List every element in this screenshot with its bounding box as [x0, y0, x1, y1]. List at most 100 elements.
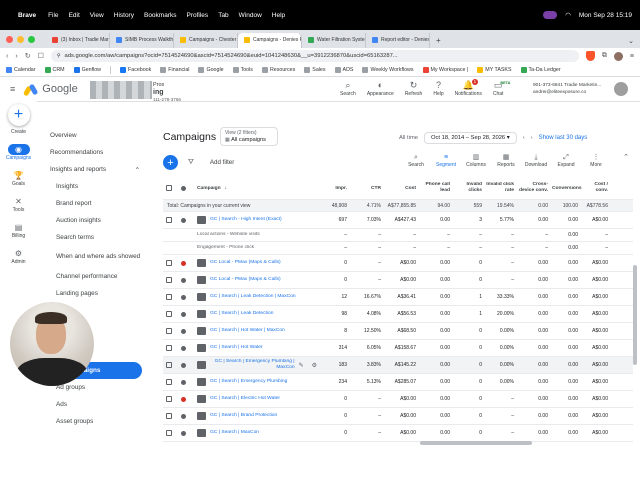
rail-goals[interactable]: 🏆 Goals	[0, 170, 37, 187]
status-dot[interactable]	[178, 311, 193, 317]
status-dot[interactable]	[178, 413, 193, 419]
bookmark-item[interactable]: CRM	[44, 67, 65, 73]
new-campaign-button[interactable]: +	[163, 155, 178, 170]
status-dot[interactable]	[178, 396, 193, 402]
bookmark-folder[interactable]: Tools	[232, 67, 253, 73]
table-row[interactable]: GC | Search | MaxCon 0 – A$0.00 0.00 0 – 0.00 0.…	[163, 425, 633, 442]
campaign-name[interactable]: GC Local - PMax (Maps & Calls)	[210, 260, 281, 266]
edit-pencil-icon[interactable]: ✎	[299, 362, 304, 369]
sub-row[interactable]: Engagement - Phone click – – – – – – – 0.00 –	[163, 242, 633, 255]
row-checkbox[interactable]	[163, 311, 178, 317]
campaign-name[interactable]: GC | Search | Emergency Plumbing | MaxCo…	[210, 359, 295, 371]
create-plus-icon[interactable]: +	[7, 104, 30, 126]
select-all-checkbox[interactable]	[163, 185, 178, 191]
bookmark-folder[interactable]: Weekly Workflows	[362, 67, 414, 73]
header-cross-device-conv[interactable]: Cross-device conv.	[518, 182, 552, 194]
bookmark-folder[interactable]: Financial	[160, 67, 189, 73]
bookmark-folder[interactable]: Google	[198, 67, 224, 73]
app-menu-name[interactable]: Brave	[18, 12, 36, 19]
campaign-cell[interactable]: GC | Search | Hot Water	[193, 344, 321, 352]
campaign-name[interactable]: GC | Search | Emergency Plumbing	[210, 379, 287, 385]
bookmark-folder[interactable]: Resources	[261, 67, 295, 73]
status-dot[interactable]	[178, 294, 193, 300]
collapse-toolbar-button[interactable]: ⌃	[611, 153, 640, 168]
status-dot[interactable]	[178, 277, 193, 283]
rail-create[interactable]: + Create	[0, 97, 37, 135]
horizontal-scrollbar[interactable]	[420, 441, 532, 445]
header-phone-call-lead[interactable]: Phone call lead	[420, 182, 454, 194]
status-dot[interactable]	[178, 328, 193, 334]
campaign-name[interactable]: GC | Search | Brand Protection	[210, 413, 277, 419]
campaign-name[interactable]: GC | Search | Hot Water | MaxCon	[210, 328, 285, 334]
filter-icon[interactable]: ⛛	[188, 159, 194, 167]
new-tab-icon[interactable]: +	[430, 36, 447, 48]
campaign-cell[interactable]: GC | Search | Hot Water | MaxCon	[193, 327, 321, 335]
rail-billing[interactable]: ▤ Billing	[0, 222, 37, 239]
campaign-cell[interactable]: GC Local - PMax (Maps & Calls)	[193, 259, 321, 267]
menu-view[interactable]: View	[90, 12, 104, 19]
menu-icon[interactable]: ≡	[630, 53, 634, 60]
browser-tab[interactable]: Report editor - Denies Plumb×	[366, 33, 430, 48]
header-cost[interactable]: Cost	[385, 186, 420, 191]
table-row[interactable]: GC | Search | Brand Protection 0 – A$0.00 0.…	[163, 408, 633, 425]
table-row[interactable]: GC | Search | Leak Detection 98 4.08% A$56.…	[163, 306, 633, 323]
header-campaign[interactable]: Campaign ↓	[193, 186, 321, 191]
menu-tab[interactable]: Tab	[218, 12, 228, 19]
browser-tab[interactable]: Water Filtration Systems Gold×	[302, 33, 366, 48]
tool-download[interactable]: ⤓ Download	[521, 153, 551, 168]
nav-auction-insights[interactable]: Auction insights	[40, 212, 150, 229]
header-conversions[interactable]: Conversions	[552, 186, 582, 191]
table-row[interactable]: GC | Search | Hot Water 314 6.05% A$158.67 0…	[163, 340, 633, 357]
recording-indicator[interactable]	[543, 11, 558, 19]
user-info[interactable]: 901-373-6841 Tradie Marketin... andrei@e…	[533, 82, 601, 96]
url-field[interactable]: ⚲ ads.google.com/aw/campaigns?ocid=75145…	[50, 50, 579, 62]
table-row[interactable]: GC | Search | Emergency Plumbing 234 5.13%…	[163, 374, 633, 391]
header-search-button[interactable]: ⌕ Search	[340, 80, 356, 97]
table-row[interactable]: GC | Search | Hot Water | MaxCon 8 12.50% A…	[163, 323, 633, 340]
header-notifications-button[interactable]: 🔔 1 Notifications	[455, 79, 482, 97]
view-selector[interactable]: View (2 filters) ▦ All campaigns	[220, 127, 278, 146]
bookmark-item[interactable]: MY TASKS	[477, 67, 512, 73]
nav-brand-report[interactable]: Brand report	[40, 195, 150, 212]
status-dot[interactable]	[178, 345, 193, 351]
bookmark-item[interactable]: My Workspace |	[422, 67, 468, 73]
campaign-cell[interactable]: GC | Search | Leak Detection | MaxCon	[193, 293, 321, 301]
bookmark-icon[interactable]: ☐	[38, 52, 44, 60]
menu-file[interactable]: File	[48, 12, 58, 19]
table-row[interactable]: GC | Search - High Intent (Exact) 697 7.03…	[163, 212, 633, 229]
campaign-cell[interactable]: GC | Search | Electric Hot Water	[193, 395, 321, 403]
tool-more[interactable]: ⋮ More	[581, 153, 611, 168]
extensions-icon[interactable]: ⧉	[602, 52, 607, 60]
header-ctr[interactable]: CTR	[351, 186, 385, 191]
table-row[interactable]: GC | Search | Electric Hot Water 0 – A$0.00…	[163, 391, 633, 408]
row-checkbox[interactable]	[163, 396, 178, 402]
minimize-window-button[interactable]	[17, 36, 24, 43]
status-dot[interactable]	[178, 362, 193, 368]
nav-group-insights[interactable]: Insights and reports ⌃	[40, 161, 150, 178]
table-row[interactable]: GC | Search | Leak Detection | MaxCon 12 1…	[163, 289, 633, 306]
bookmark-item[interactable]: Calendar	[6, 67, 36, 73]
add-filter-button[interactable]: Add filter	[210, 159, 234, 166]
tool-columns[interactable]: ▥ Columns	[461, 153, 491, 168]
campaign-name[interactable]: GC | Search | Leak Detection	[210, 311, 273, 317]
menu-edit[interactable]: Edit	[69, 12, 80, 19]
bookmark-folder[interactable]: Sales	[304, 67, 326, 73]
campaign-cell[interactable]: GC | Search | Emergency Plumbing	[193, 378, 321, 386]
browser-tab[interactable]: (3) Inbox | Tradie Marketing×	[46, 33, 110, 48]
row-checkbox[interactable]	[163, 430, 178, 436]
tool-search[interactable]: ⌕ Search	[401, 153, 431, 168]
browser-tab[interactable]: SIMB Process Walkthrough×	[110, 33, 174, 48]
header-help-button[interactable]: ? Help	[433, 80, 443, 97]
show-last-30-days-link[interactable]: Show last 30 days	[539, 135, 588, 141]
site-info-icon[interactable]: ⚲	[57, 53, 61, 59]
date-range-picker[interactable]: Oct 18, 2014 – Sep 28, 2026 ▾	[424, 132, 517, 144]
status-dot[interactable]	[178, 430, 193, 436]
tool-expand[interactable]: ⤢ Expand	[551, 153, 581, 168]
row-checkbox[interactable]	[163, 379, 178, 385]
nav-overview[interactable]: Overview	[40, 127, 150, 144]
campaign-name[interactable]: GC | Search | MaxCon	[210, 430, 259, 436]
campaign-name[interactable]: GC | Search | Leak Detection | MaxCon	[210, 294, 296, 300]
campaign-cell[interactable]: GC | Search | Leak Detection	[193, 310, 321, 318]
row-checkbox[interactable]	[163, 294, 178, 300]
row-checkbox[interactable]	[163, 260, 178, 266]
